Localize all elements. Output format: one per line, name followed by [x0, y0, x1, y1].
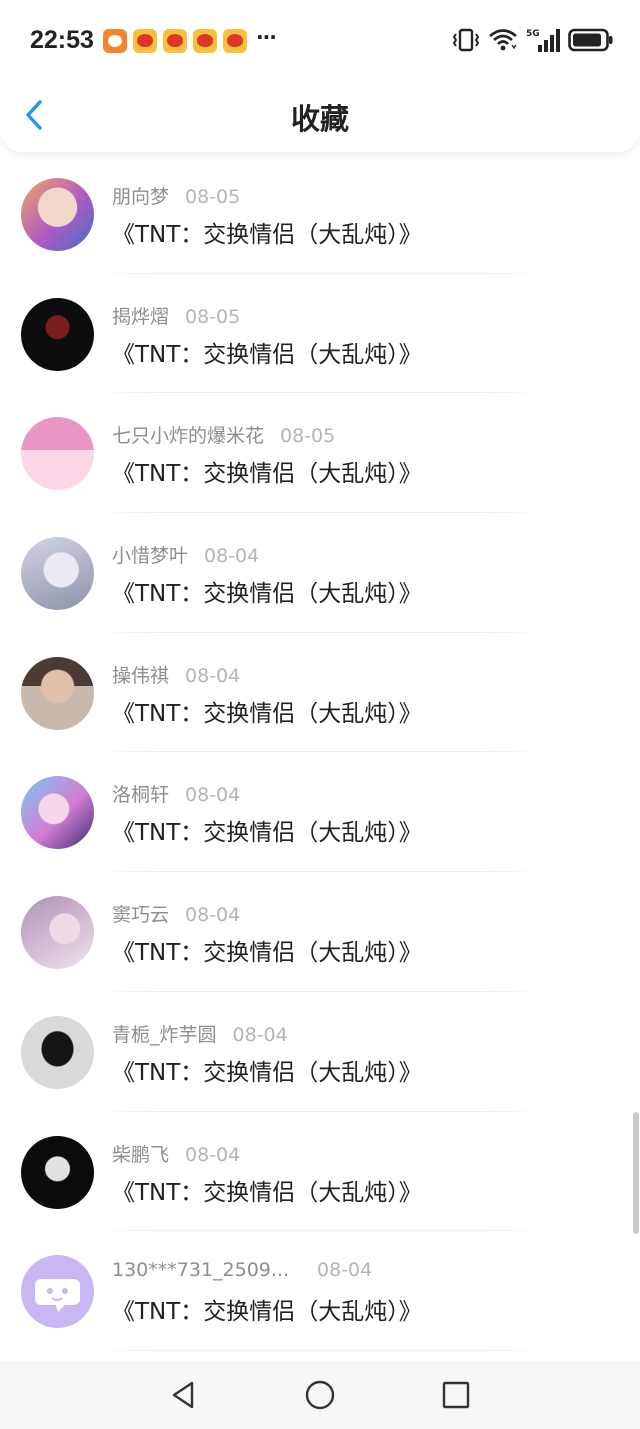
home-circle-icon[interactable]: [304, 1379, 336, 1411]
list-item[interactable]: 揭烨熠 08-05 《TNT：交换情侣（大乱炖）》: [0, 274, 640, 394]
date: 08-04: [317, 1259, 373, 1282]
username: 窦巧云: [112, 904, 170, 927]
list-item[interactable]: 操伟祺 08-04 《TNT：交换情侣（大乱炖）》: [0, 633, 640, 753]
item-title: 《TNT：交换情侣（大乱炖）》: [112, 1179, 422, 1206]
list-item[interactable]: 130***731_2509... 08-04 《TNT：交换情侣（大乱炖）》: [0, 1231, 640, 1351]
username: 青栀_炸芋圆: [112, 1023, 217, 1046]
date: 08-04: [185, 784, 241, 807]
item-title: 《TNT：交换情侣（大乱炖）》: [112, 461, 422, 488]
date: 08-04: [185, 1143, 241, 1166]
list-item[interactable]: 朋向梦 08-05 《TNT：交换情侣（大乱炖）》: [0, 154, 640, 274]
weibo-notification-icon: [193, 29, 217, 53]
item-title: 《TNT：交换情侣（大乱炖）》: [112, 581, 422, 608]
default-avatar-chat-icon: [35, 1279, 80, 1313]
date: 08-05: [185, 305, 241, 328]
weibo-notification-icon: [223, 29, 247, 53]
username: 洛桐轩: [112, 784, 170, 807]
item-title: 《TNT：交换情侣（大乱炖）》: [112, 940, 422, 967]
back-triangle-icon[interactable]: [168, 1379, 200, 1411]
status-bar: 22:53 ··· 5G: [0, 0, 640, 82]
wifi-icon: [489, 29, 517, 51]
favorites-list: 朋向梦 08-05 《TNT：交换情侣（大乱炖）》 揭烨熠 08-05 《TNT：交…: [0, 154, 640, 1351]
date: 08-04: [185, 664, 241, 687]
list-item[interactable]: 窦巧云 08-04 《TNT：交换情侣（大乱炖）》: [0, 872, 640, 992]
username: 操伟祺: [112, 664, 170, 687]
app-notification-icon: [103, 29, 127, 53]
weibo-notification-icon: [133, 29, 157, 53]
item-title: 《TNT：交换情侣（大乱炖）》: [112, 820, 422, 847]
avatar[interactable]: [21, 417, 94, 491]
avatar[interactable]: [21, 1255, 94, 1329]
battery-icon: [568, 28, 613, 52]
avatar[interactable]: [21, 297, 94, 371]
page-title: 收藏: [290, 102, 349, 136]
screen: 22:53 ··· 5G 收藏 朋向梦 08-05 《TNT：交换情侣（大乱炖）…: [0, 0, 640, 1429]
list-item[interactable]: 青栀_炸芋圆 08-04 《TNT：交换情侣（大乱炖）》: [0, 992, 640, 1112]
list-item[interactable]: 洛桐轩 08-04 《TNT：交换情侣（大乱炖）》: [0, 752, 640, 872]
username: 小惜梦叶: [112, 545, 189, 568]
date: 08-04: [204, 545, 260, 568]
avatar[interactable]: [21, 537, 94, 611]
scrollbar[interactable]: [633, 1112, 639, 1234]
signal-5g-icon: 5G: [526, 29, 560, 52]
date: 08-04: [232, 1023, 288, 1046]
username: 柴鹏飞: [112, 1143, 170, 1166]
item-title: 《TNT：交换情侣（大乱炖）》: [112, 1059, 422, 1086]
avatar[interactable]: [21, 1015, 94, 1089]
weibo-notification-icon: [163, 29, 187, 53]
system-navigation-bar: [0, 1361, 640, 1429]
status-time: 22:53: [30, 26, 94, 54]
avatar[interactable]: [21, 656, 94, 730]
item-title: 《TNT：交换情侣（大乱炖）》: [112, 341, 422, 368]
date: 08-05: [280, 425, 336, 448]
item-title: 《TNT：交换情侣（大乱炖）》: [112, 222, 422, 248]
list-item[interactable]: 柴鹏飞 08-04 《TNT：交换情侣（大乱炖）》: [0, 1112, 640, 1232]
item-title: 《TNT：交换情侣（大乱炖）》: [112, 700, 422, 727]
list-item[interactable]: 七只小炸的爆米花 08-05 《TNT：交换情侣（大乱炖）》: [0, 393, 640, 513]
avatar[interactable]: [21, 896, 94, 970]
username: 七只小炸的爆米花: [112, 425, 265, 448]
username: 朋向梦: [112, 186, 170, 208]
system-icons: 5G: [452, 26, 614, 54]
avatar[interactable]: [21, 178, 94, 251]
username: 130***731_2509...: [112, 1259, 290, 1282]
avatar[interactable]: [21, 776, 94, 850]
more-notifications-icon: ···: [256, 25, 277, 49]
recent-square-icon[interactable]: [440, 1379, 472, 1411]
item-title: 《TNT：交换情侣（大乱炖）》: [112, 1299, 422, 1326]
date: 08-05: [185, 186, 241, 208]
network-label: 5G: [526, 29, 540, 39]
header: 收藏: [0, 82, 640, 152]
avatar[interactable]: [21, 1135, 94, 1209]
vibrate-icon: [452, 28, 480, 52]
username: 揭烨熠: [112, 305, 170, 328]
list-item[interactable]: 小惜梦叶 08-04 《TNT：交换情侣（大乱炖）》: [0, 513, 640, 633]
date: 08-04: [185, 904, 241, 927]
